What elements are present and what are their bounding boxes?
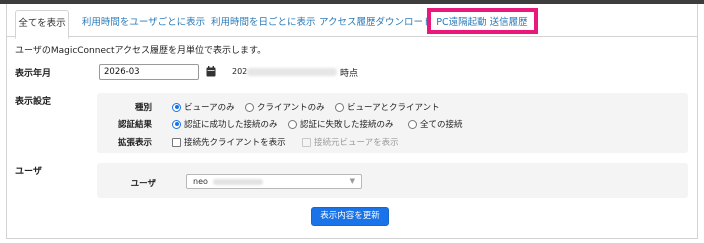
radio-indicator [172,102,181,112]
display-settings-label: 表示設定 [15,97,52,107]
radio-indicator [245,102,254,112]
update-display-button[interactable]: 表示内容を更新 [311,207,389,226]
tab-access-history-download[interactable]: アクセス履歴ダウンロード [319,10,433,37]
redacted-username [213,179,263,185]
extended-display-label: 拡張表示 [117,138,152,148]
highlight-box [427,8,538,34]
user-field-label: ユーザ [130,179,156,189]
option-label: 認証に失敗した接続のみ [300,120,394,130]
period-label: 表示年月 [15,69,52,79]
radio-viewer-only[interactable]: ビューアのみ [172,101,235,113]
timestamp-prefix: 202 [232,67,248,76]
tab-usage-by-user[interactable]: 利用時間をユーザごとに表示 [80,10,207,37]
radio-auth-failure[interactable]: 認証に失敗した接続のみ [288,118,394,130]
redacted-timestamp [247,68,337,76]
month-input[interactable] [99,64,199,80]
checkbox-indicator [302,137,311,147]
radio-indicator [172,119,181,129]
option-label: 接続先クライアントを表示 [184,138,286,148]
tab-show-all[interactable]: 全てを表示 [15,10,69,39]
option-label: ビューアのみ [184,103,235,113]
checkbox-show-viewer: 接続元ビューアを表示 [302,136,399,148]
option-label: 認証に成功した接続のみ [184,120,278,130]
tab-bar: 全てを表示 利用時間をユーザごとに表示 利用時間を日ごとに表示 アクセス履歴ダウ… [6,8,698,39]
type-label: 種別 [134,103,152,113]
page-description: ユーザのMagicConnectアクセス履歴を月単位で表示します。 [15,46,267,56]
radio-indicator [335,102,344,112]
timestamp-suffix: 時点 [340,69,359,79]
radio-viewer-and-client[interactable]: ビューアとクライアント [335,101,440,113]
tab-usage-by-day[interactable]: 利用時間を日ごとに表示 [211,10,316,37]
auth-result-label: 認証結果 [117,120,152,130]
user-select-value: neo [193,177,208,186]
option-label: ビューアとクライアント [347,103,440,113]
option-label: 接続元ビューアを表示 [314,138,399,148]
chevron-down-icon: ▼ [349,177,355,185]
option-label: 全ての接続 [420,120,463,130]
checkbox-show-client[interactable]: 接続先クライアントを表示 [172,136,286,148]
radio-indicator [288,119,297,129]
option-label: クライアントのみ [257,103,325,113]
checkbox-indicator [172,137,181,147]
user-section-label: ユーザ [15,167,42,177]
user-select[interactable]: neo ▼ [186,174,362,189]
radio-auth-success[interactable]: 認証に成功した接続のみ [172,118,278,130]
radio-client-only[interactable]: クライアントのみ [245,101,325,113]
radio-all-connections[interactable]: 全ての接続 [408,118,463,130]
calendar-icon[interactable] [206,66,216,77]
radio-indicator [408,119,417,129]
